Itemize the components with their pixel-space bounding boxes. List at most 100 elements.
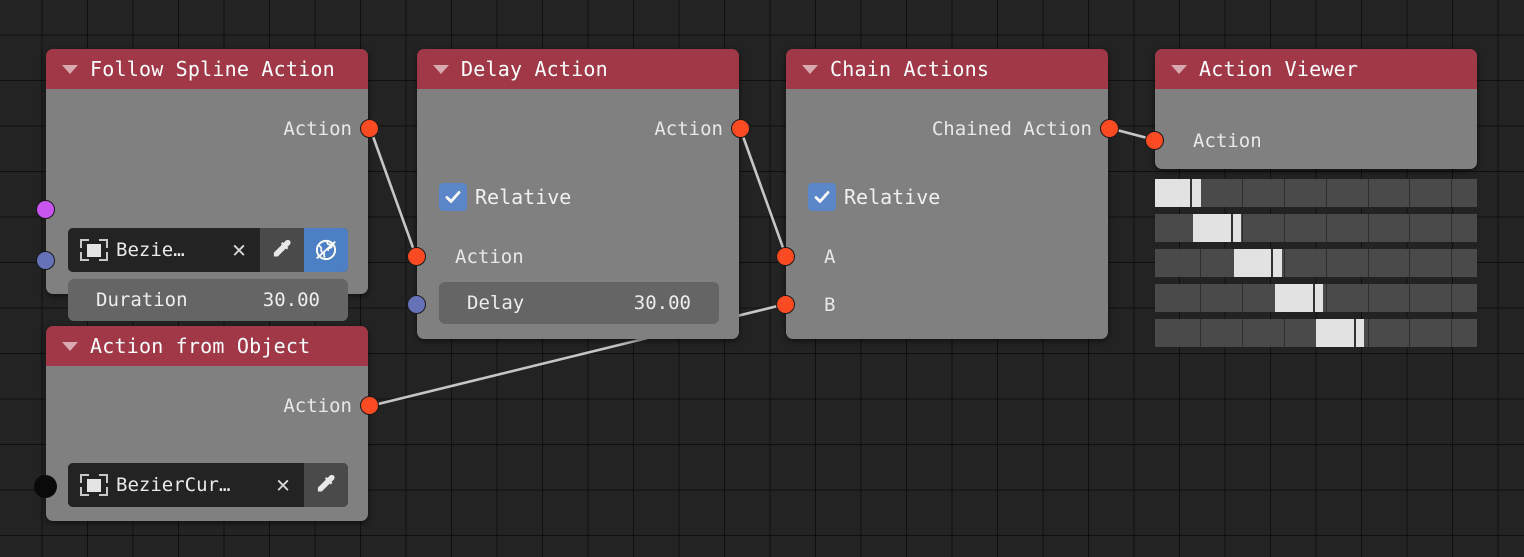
object-field-value: BezierCur… (116, 474, 231, 496)
node-header-action-from-object[interactable]: Action from Object (46, 326, 368, 366)
node-header-action-viewer[interactable]: Action Viewer (1155, 49, 1477, 89)
node-action-from-object[interactable]: Action from Object Action BezierCur… ✕ (34, 326, 379, 521)
node-body-follow-spline-action: Action Bezie… ✕ Duration 30.00 (46, 89, 368, 321)
link-delay-to-chain-a (738, 126, 788, 258)
node-action-viewer[interactable]: Action Viewer Action (1145, 49, 1477, 169)
close-icon[interactable]: ✕ (268, 473, 294, 497)
node-editor-canvas[interactable]: Follow Spline Action Action Bezie… ✕ Dur… (0, 0, 1524, 557)
delay-label: Delay (467, 292, 525, 314)
timeline-row[interactable] (1155, 179, 1477, 207)
duration-field[interactable]: Duration 30.00 (68, 279, 348, 321)
socket-input-object[interactable] (36, 200, 55, 219)
timeline-block-split (1230, 214, 1233, 242)
node-follow-spline-action[interactable]: Follow Spline Action Action Bezie… ✕ Dur… (36, 49, 379, 321)
timeline-tick (1451, 179, 1453, 207)
timeline-tick (1200, 284, 1202, 312)
socket-input-b[interactable] (776, 295, 795, 314)
timeline-tick (1409, 249, 1411, 277)
globe-glyph (315, 239, 337, 261)
delay-field[interactable]: Delay 30.00 (439, 282, 719, 324)
relative-label: Relative (475, 185, 572, 209)
node-title: Delay Action (461, 57, 608, 81)
timeline-tick (1367, 319, 1369, 347)
timeline-tick (1283, 179, 1285, 207)
timeline-tick (1283, 214, 1285, 242)
triangle-down-icon[interactable] (1171, 64, 1187, 74)
node-chain-actions[interactable]: Chain Actions Chained Action Relative A … (776, 49, 1119, 339)
duration-label: Duration (96, 289, 188, 311)
socket-input-duration[interactable] (36, 251, 55, 270)
timeline-tick (1451, 214, 1453, 242)
object-field-action-from-object[interactable]: BezierCur… ✕ (68, 463, 348, 507)
socket-output-action[interactable] (360, 119, 379, 138)
timeline-block-split (1353, 319, 1356, 347)
triangle-down-icon[interactable] (62, 341, 78, 351)
globe-icon[interactable] (304, 228, 348, 272)
triangle-down-icon[interactable] (433, 64, 449, 74)
timeline-block[interactable] (1274, 284, 1324, 312)
node-title: Action from Object (90, 334, 311, 358)
timeline-tick (1409, 214, 1411, 242)
timeline-block-split (1271, 249, 1274, 277)
node-body-chain-actions: Chained Action Relative A B (786, 89, 1108, 339)
timeline-tick (1241, 214, 1243, 242)
object-data-icon (80, 237, 108, 263)
socket-input-delay[interactable] (407, 295, 426, 314)
timeline-row[interactable] (1155, 214, 1477, 242)
timeline-tick (1409, 179, 1411, 207)
checkbox-relative[interactable] (808, 183, 836, 211)
timeline-tick (1283, 249, 1285, 277)
timeline-row[interactable] (1155, 319, 1477, 347)
input-label-b: B (824, 294, 836, 316)
timeline-tick (1325, 249, 1327, 277)
timeline-tick (1200, 249, 1202, 277)
relative-checkbox-row[interactable]: Relative (808, 183, 940, 211)
node-title: Action Viewer (1199, 57, 1359, 81)
timeline-row[interactable] (1155, 284, 1477, 312)
input-label-action: Action (1193, 130, 1262, 152)
object-field-main[interactable]: BezierCur… ✕ (68, 463, 304, 507)
object-field-main[interactable]: Bezie… ✕ (68, 228, 260, 272)
duration-value: 30.00 (262, 289, 320, 311)
node-header-follow-spline-action[interactable]: Follow Spline Action (46, 49, 368, 89)
node-body-action-from-object: Action BezierCur… ✕ (46, 366, 368, 521)
socket-input-action[interactable] (1145, 131, 1164, 150)
socket-input-object[interactable] (34, 475, 57, 498)
timeline-row[interactable] (1155, 249, 1477, 277)
close-icon[interactable]: ✕ (224, 238, 250, 262)
timeline-block[interactable] (1192, 214, 1242, 242)
timeline-block-split (1312, 284, 1315, 312)
timeline-tick (1325, 179, 1327, 207)
node-header-chain-actions[interactable]: Chain Actions (786, 49, 1108, 89)
eyedropper-icon[interactable] (260, 228, 304, 272)
node-title: Follow Spline Action (90, 57, 335, 81)
eyedropper-glyph (317, 474, 335, 492)
checkbox-relative[interactable] (439, 183, 467, 211)
node-delay-action[interactable]: Delay Action Action Relative Action Dela… (407, 49, 750, 339)
timeline-tick (1241, 179, 1243, 207)
eyedropper-glyph (273, 239, 291, 257)
socket-input-action[interactable] (407, 247, 426, 266)
object-data-icon (80, 472, 108, 498)
triangle-down-icon[interactable] (62, 64, 78, 74)
relative-checkbox-row[interactable]: Relative (439, 183, 571, 211)
socket-input-a[interactable] (776, 247, 795, 266)
object-field-follow-spline[interactable]: Bezie… ✕ (68, 228, 348, 272)
timeline-tick (1241, 284, 1243, 312)
timeline-block[interactable] (1233, 249, 1283, 277)
node-header-delay-action[interactable]: Delay Action (417, 49, 739, 89)
timeline-tick (1451, 319, 1453, 347)
timeline-block[interactable] (1155, 179, 1201, 207)
node-title: Chain Actions (830, 57, 990, 81)
action-viewer-timeline[interactable] (1155, 179, 1477, 354)
output-label-action: Action (283, 118, 352, 140)
delay-value: 30.00 (633, 292, 691, 314)
timeline-tick (1283, 319, 1285, 347)
triangle-down-icon[interactable] (802, 64, 818, 74)
timeline-block[interactable] (1315, 319, 1365, 347)
timeline-tick (1367, 249, 1369, 277)
socket-output-action[interactable] (360, 396, 379, 415)
socket-output-action[interactable] (731, 119, 750, 138)
eyedropper-icon[interactable] (304, 463, 348, 507)
socket-output-chained-action[interactable] (1100, 119, 1119, 138)
